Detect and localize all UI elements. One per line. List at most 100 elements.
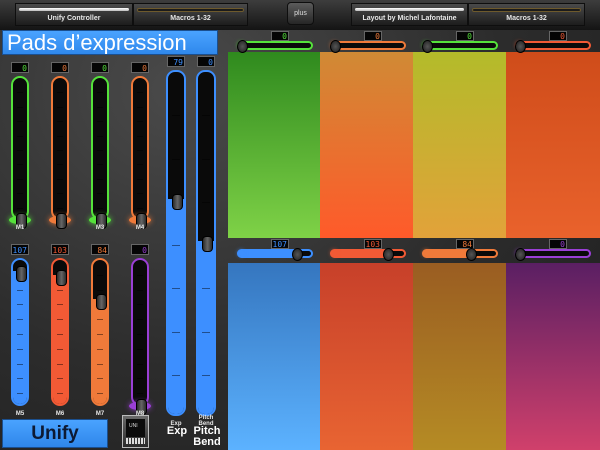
fader-knob[interactable]: [171, 194, 183, 211]
top-tab-bar: Unify Controller Macros 1-32 plus Layout…: [0, 0, 600, 30]
tab-macros-left[interactable]: Macros 1-32: [133, 3, 248, 26]
pad-purple[interactable]: [506, 263, 600, 450]
fader-segment: [97, 92, 103, 93]
pad-green[interactable]: [228, 52, 320, 238]
fader-segment: [97, 290, 103, 291]
fader-label: M7: [95, 411, 105, 417]
fader-knob[interactable]: [55, 213, 67, 229]
fader-segment: [97, 364, 103, 365]
fader-segment: [57, 393, 63, 394]
fader-fill: [239, 251, 299, 256]
fader-segment: [17, 92, 23, 93]
fader-segment: [172, 288, 180, 289]
fader-knob[interactable]: [237, 40, 248, 53]
fader-knob[interactable]: [330, 40, 341, 53]
fader-knob[interactable]: [383, 248, 394, 261]
pad-blue[interactable]: [228, 263, 320, 450]
fader-label: M6: [55, 411, 65, 417]
fader-segment: [172, 245, 180, 246]
plus-button[interactable]: plus: [287, 2, 314, 25]
value-readout: 0: [197, 56, 215, 67]
fader-segment: [137, 349, 143, 350]
fader-track: [515, 41, 591, 50]
fader-track: [51, 76, 69, 220]
fader-segment: [97, 107, 103, 108]
tab-layout[interactable]: Layout by Michel Lafontaine: [351, 3, 468, 26]
fader-track: [330, 41, 406, 50]
fader-segment: [137, 208, 143, 209]
macro-fader[interactable]: 0 M1: [7, 62, 33, 231]
pad-fader[interactable]: 0: [422, 31, 498, 53]
macro-fader[interactable]: 0: [47, 62, 73, 230]
fader-segment: [57, 334, 63, 335]
fader-knob[interactable]: [95, 293, 107, 310]
value-readout: 0: [131, 244, 149, 255]
pad-yellow[interactable]: [413, 52, 506, 238]
fader-segment: [17, 290, 23, 291]
pad-red-2[interactable]: [320, 263, 413, 450]
fader-segment: [57, 364, 63, 365]
fader-knob[interactable]: [15, 265, 27, 282]
value-readout: 107: [271, 239, 289, 249]
fader-segment: [17, 393, 23, 394]
macro-fader[interactable]: 103 M6: [47, 244, 73, 417]
tab-macros-right[interactable]: Macros 1-32: [468, 3, 585, 26]
keyboard-keys: [126, 438, 145, 444]
fader-segment: [97, 179, 103, 180]
value-readout: 0: [91, 62, 109, 73]
pitch-bend-fader[interactable]: 0 Pitch Bend: [192, 56, 220, 427]
pad-fader[interactable]: 0: [515, 239, 591, 261]
macro-fader[interactable]: 0 M4: [127, 62, 153, 231]
fader-segment: [57, 193, 63, 194]
macro-fader[interactable]: 0 M8: [127, 244, 153, 417]
device-thumbnail-icon[interactable]: UNI: [122, 415, 149, 448]
tab-indicator: [355, 8, 464, 11]
fader-segment: [17, 208, 23, 209]
pad-orange[interactable]: [320, 52, 413, 238]
value-readout: 79: [167, 56, 185, 67]
pad-olive[interactable]: [413, 263, 506, 450]
fader-knob[interactable]: [292, 248, 303, 261]
fader-segment: [57, 378, 63, 379]
fader-knob[interactable]: [55, 270, 67, 287]
fader-knob[interactable]: [466, 248, 477, 261]
device-screen: UNI: [126, 419, 145, 437]
unify-button[interactable]: Unify: [2, 419, 108, 448]
fader-knob[interactable]: [201, 236, 213, 252]
tab-label: Macros 1-32: [506, 15, 547, 22]
fader-segment: [17, 319, 23, 320]
fader-segment: [137, 378, 143, 379]
tab-indicator: [472, 8, 581, 12]
macro-fader[interactable]: 0 M3: [87, 62, 113, 231]
fader-knob[interactable]: [422, 40, 433, 53]
tab-indicator: [137, 8, 244, 12]
fader-segment: [17, 193, 23, 194]
value-readout: 0: [51, 62, 69, 73]
fader-cap: [331, 250, 337, 256]
fader-segment: [137, 364, 143, 365]
tab-unify-controller[interactable]: Unify Controller: [15, 3, 133, 26]
pad-fader[interactable]: 0: [330, 31, 406, 53]
fader-segment: [172, 115, 180, 116]
macro-fader[interactable]: 107 M5: [7, 244, 33, 417]
fader-segment: [17, 164, 23, 165]
macro-fader[interactable]: 84 M7: [87, 244, 113, 417]
expression-fader[interactable]: 79 Exp: [162, 56, 190, 427]
value-readout: 84: [91, 244, 109, 255]
fader-track: [11, 76, 29, 220]
fader-segment: [137, 150, 143, 151]
pad-fader[interactable]: 0: [237, 31, 313, 53]
fader-track: [131, 258, 149, 406]
fader-segment: [137, 319, 143, 320]
pad-red[interactable]: [506, 52, 600, 238]
fader-knob[interactable]: [515, 40, 526, 53]
value-readout: 0: [131, 62, 149, 73]
pad-fader[interactable]: 0: [515, 31, 591, 53]
pad-fader[interactable]: 84: [422, 239, 498, 261]
value-readout: 0: [11, 62, 29, 73]
pad-fader[interactable]: 103: [330, 239, 406, 261]
pad-fader[interactable]: 107: [237, 239, 313, 261]
fader-knob[interactable]: [515, 248, 526, 261]
fader-segment: [17, 304, 23, 305]
tab-indicator: [19, 8, 129, 11]
